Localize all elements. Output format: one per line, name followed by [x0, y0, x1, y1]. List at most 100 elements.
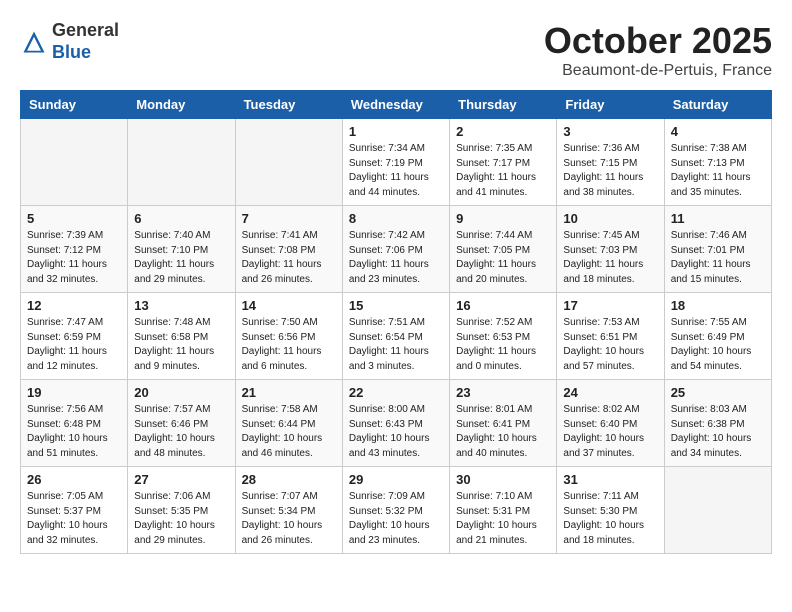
weekday-header-friday: Friday — [557, 91, 664, 119]
day-number: 10 — [563, 211, 657, 226]
day-number: 6 — [134, 211, 228, 226]
day-info: Sunrise: 7:52 AM Sunset: 6:53 PM Dayligh… — [456, 316, 550, 374]
calendar-cell — [21, 119, 128, 206]
day-number: 4 — [671, 124, 765, 139]
day-info: Sunrise: 7:58 AM Sunset: 6:44 PM Dayligh… — [242, 403, 336, 461]
day-number: 30 — [456, 472, 550, 487]
day-number: 28 — [242, 472, 336, 487]
day-info: Sunrise: 7:10 AM Sunset: 5:31 PM Dayligh… — [456, 490, 550, 548]
calendar-cell: 5 Sunrise: 7:39 AM Sunset: 7:12 PM Daylig… — [21, 206, 128, 293]
calendar-cell: 10 Sunrise: 7:45 AM Sunset: 7:03 PM Dayli… — [557, 206, 664, 293]
day-info: Sunrise: 8:00 AM Sunset: 6:43 PM Dayligh… — [349, 403, 443, 461]
logo-general: General — [52, 20, 119, 40]
day-info: Sunrise: 7:42 AM Sunset: 7:06 PM Dayligh… — [349, 229, 443, 287]
day-number: 12 — [27, 298, 121, 313]
day-number: 19 — [27, 385, 121, 400]
logo: General Blue — [20, 20, 119, 63]
calendar-cell: 24 Sunrise: 8:02 AM Sunset: 6:40 PM Dayli… — [557, 380, 664, 467]
logo-icon — [20, 28, 48, 56]
calendar-week-5: 26 Sunrise: 7:05 AM Sunset: 5:37 PM Dayli… — [21, 467, 772, 554]
calendar-header: SundayMondayTuesdayWednesdayThursdayFrid… — [21, 91, 772, 119]
day-number: 2 — [456, 124, 550, 139]
day-number: 9 — [456, 211, 550, 226]
day-info: Sunrise: 7:51 AM Sunset: 6:54 PM Dayligh… — [349, 316, 443, 374]
month-title: October 2025 — [544, 20, 772, 62]
calendar-cell: 3 Sunrise: 7:36 AM Sunset: 7:15 PM Daylig… — [557, 119, 664, 206]
day-info: Sunrise: 7:34 AM Sunset: 7:19 PM Dayligh… — [349, 142, 443, 200]
day-number: 5 — [27, 211, 121, 226]
calendar-cell: 20Sunrise: 7:57 AM Sunset: 6:46 PM Dayli… — [128, 380, 235, 467]
calendar-cell: 4 Sunrise: 7:38 AM Sunset: 7:13 PM Daylig… — [664, 119, 771, 206]
calendar-cell: 29 Sunrise: 7:09 AM Sunset: 5:32 PM Dayli… — [342, 467, 449, 554]
title-block: October 2025 Beaumont-de-Pertuis, France — [544, 20, 772, 80]
logo-text: General Blue — [52, 20, 119, 63]
logo-blue: Blue — [52, 42, 91, 62]
day-info: Sunrise: 7:11 AM Sunset: 5:30 PM Dayligh… — [563, 490, 657, 548]
calendar-cell: 17 Sunrise: 7:53 AM Sunset: 6:51 PM Dayli… — [557, 293, 664, 380]
calendar-cell: 9Sunrise: 7:44 AM Sunset: 7:05 PM Daylig… — [450, 206, 557, 293]
day-info: Sunrise: 7:47 AM Sunset: 6:59 PM Dayligh… — [27, 316, 121, 374]
weekday-header-monday: Monday — [128, 91, 235, 119]
calendar-cell: 22 Sunrise: 8:00 AM Sunset: 6:43 PM Dayli… — [342, 380, 449, 467]
calendar-cell: 2 Sunrise: 7:35 AM Sunset: 7:17 PM Daylig… — [450, 119, 557, 206]
calendar-cell: 15Sunrise: 7:51 AM Sunset: 6:54 PM Dayli… — [342, 293, 449, 380]
day-number: 17 — [563, 298, 657, 313]
day-info: Sunrise: 7:09 AM Sunset: 5:32 PM Dayligh… — [349, 490, 443, 548]
day-number: 22 — [349, 385, 443, 400]
day-number: 24 — [563, 385, 657, 400]
day-info: Sunrise: 7:06 AM Sunset: 5:35 PM Dayligh… — [134, 490, 228, 548]
day-info: Sunrise: 8:03 AM Sunset: 6:38 PM Dayligh… — [671, 403, 765, 461]
calendar-cell: 25 Sunrise: 8:03 AM Sunset: 6:38 PM Dayli… — [664, 380, 771, 467]
calendar-cell: 13Sunrise: 7:48 AM Sunset: 6:58 PM Dayli… — [128, 293, 235, 380]
day-info: Sunrise: 7:46 AM Sunset: 7:01 PM Dayligh… — [671, 229, 765, 287]
day-number: 31 — [563, 472, 657, 487]
calendar-cell: 19Sunrise: 7:56 AM Sunset: 6:48 PM Dayli… — [21, 380, 128, 467]
day-number: 23 — [456, 385, 550, 400]
calendar-cell — [128, 119, 235, 206]
calendar: SundayMondayTuesdayWednesdayThursdayFrid… — [20, 90, 772, 554]
day-info: Sunrise: 7:38 AM Sunset: 7:13 PM Dayligh… — [671, 142, 765, 200]
weekday-header-sunday: Sunday — [21, 91, 128, 119]
day-number: 26 — [27, 472, 121, 487]
calendar-cell: 12 Sunrise: 7:47 AM Sunset: 6:59 PM Dayli… — [21, 293, 128, 380]
day-number: 25 — [671, 385, 765, 400]
calendar-cell: 28 Sunrise: 7:07 AM Sunset: 5:34 PM Dayli… — [235, 467, 342, 554]
calendar-cell — [235, 119, 342, 206]
calendar-week-1: 1 Sunrise: 7:34 AM Sunset: 7:19 PM Daylig… — [21, 119, 772, 206]
day-info: Sunrise: 7:53 AM Sunset: 6:51 PM Dayligh… — [563, 316, 657, 374]
calendar-cell: 21 Sunrise: 7:58 AM Sunset: 6:44 PM Dayli… — [235, 380, 342, 467]
day-info: Sunrise: 8:01 AM Sunset: 6:41 PM Dayligh… — [456, 403, 550, 461]
calendar-cell: 11Sunrise: 7:46 AM Sunset: 7:01 PM Dayli… — [664, 206, 771, 293]
day-number: 1 — [349, 124, 443, 139]
day-number: 3 — [563, 124, 657, 139]
day-info: Sunrise: 8:02 AM Sunset: 6:40 PM Dayligh… — [563, 403, 657, 461]
day-info: Sunrise: 7:45 AM Sunset: 7:03 PM Dayligh… — [563, 229, 657, 287]
calendar-cell: 26 Sunrise: 7:05 AM Sunset: 5:37 PM Dayli… — [21, 467, 128, 554]
day-number: 21 — [242, 385, 336, 400]
day-info: Sunrise: 7:35 AM Sunset: 7:17 PM Dayligh… — [456, 142, 550, 200]
day-number: 27 — [134, 472, 228, 487]
day-number: 29 — [349, 472, 443, 487]
day-number: 8 — [349, 211, 443, 226]
weekday-row: SundayMondayTuesdayWednesdayThursdayFrid… — [21, 91, 772, 119]
day-info: Sunrise: 7:05 AM Sunset: 5:37 PM Dayligh… — [27, 490, 121, 548]
calendar-cell: 8 Sunrise: 7:42 AM Sunset: 7:06 PM Daylig… — [342, 206, 449, 293]
day-number: 20 — [134, 385, 228, 400]
weekday-header-saturday: Saturday — [664, 91, 771, 119]
day-info: Sunrise: 7:41 AM Sunset: 7:08 PM Dayligh… — [242, 229, 336, 287]
day-number: 16 — [456, 298, 550, 313]
day-number: 7 — [242, 211, 336, 226]
weekday-header-thursday: Thursday — [450, 91, 557, 119]
day-info: Sunrise: 7:39 AM Sunset: 7:12 PM Dayligh… — [27, 229, 121, 287]
calendar-cell: 31 Sunrise: 7:11 AM Sunset: 5:30 PM Dayli… — [557, 467, 664, 554]
calendar-cell: 16 Sunrise: 7:52 AM Sunset: 6:53 PM Dayli… — [450, 293, 557, 380]
calendar-cell: 6Sunrise: 7:40 AM Sunset: 7:10 PM Daylig… — [128, 206, 235, 293]
calendar-cell: 7 Sunrise: 7:41 AM Sunset: 7:08 PM Daylig… — [235, 206, 342, 293]
day-info: Sunrise: 7:36 AM Sunset: 7:15 PM Dayligh… — [563, 142, 657, 200]
calendar-week-2: 5 Sunrise: 7:39 AM Sunset: 7:12 PM Daylig… — [21, 206, 772, 293]
location: Beaumont-de-Pertuis, France — [544, 62, 772, 80]
day-number: 14 — [242, 298, 336, 313]
calendar-week-3: 12 Sunrise: 7:47 AM Sunset: 6:59 PM Dayli… — [21, 293, 772, 380]
weekday-header-tuesday: Tuesday — [235, 91, 342, 119]
day-info: Sunrise: 7:07 AM Sunset: 5:34 PM Dayligh… — [242, 490, 336, 548]
